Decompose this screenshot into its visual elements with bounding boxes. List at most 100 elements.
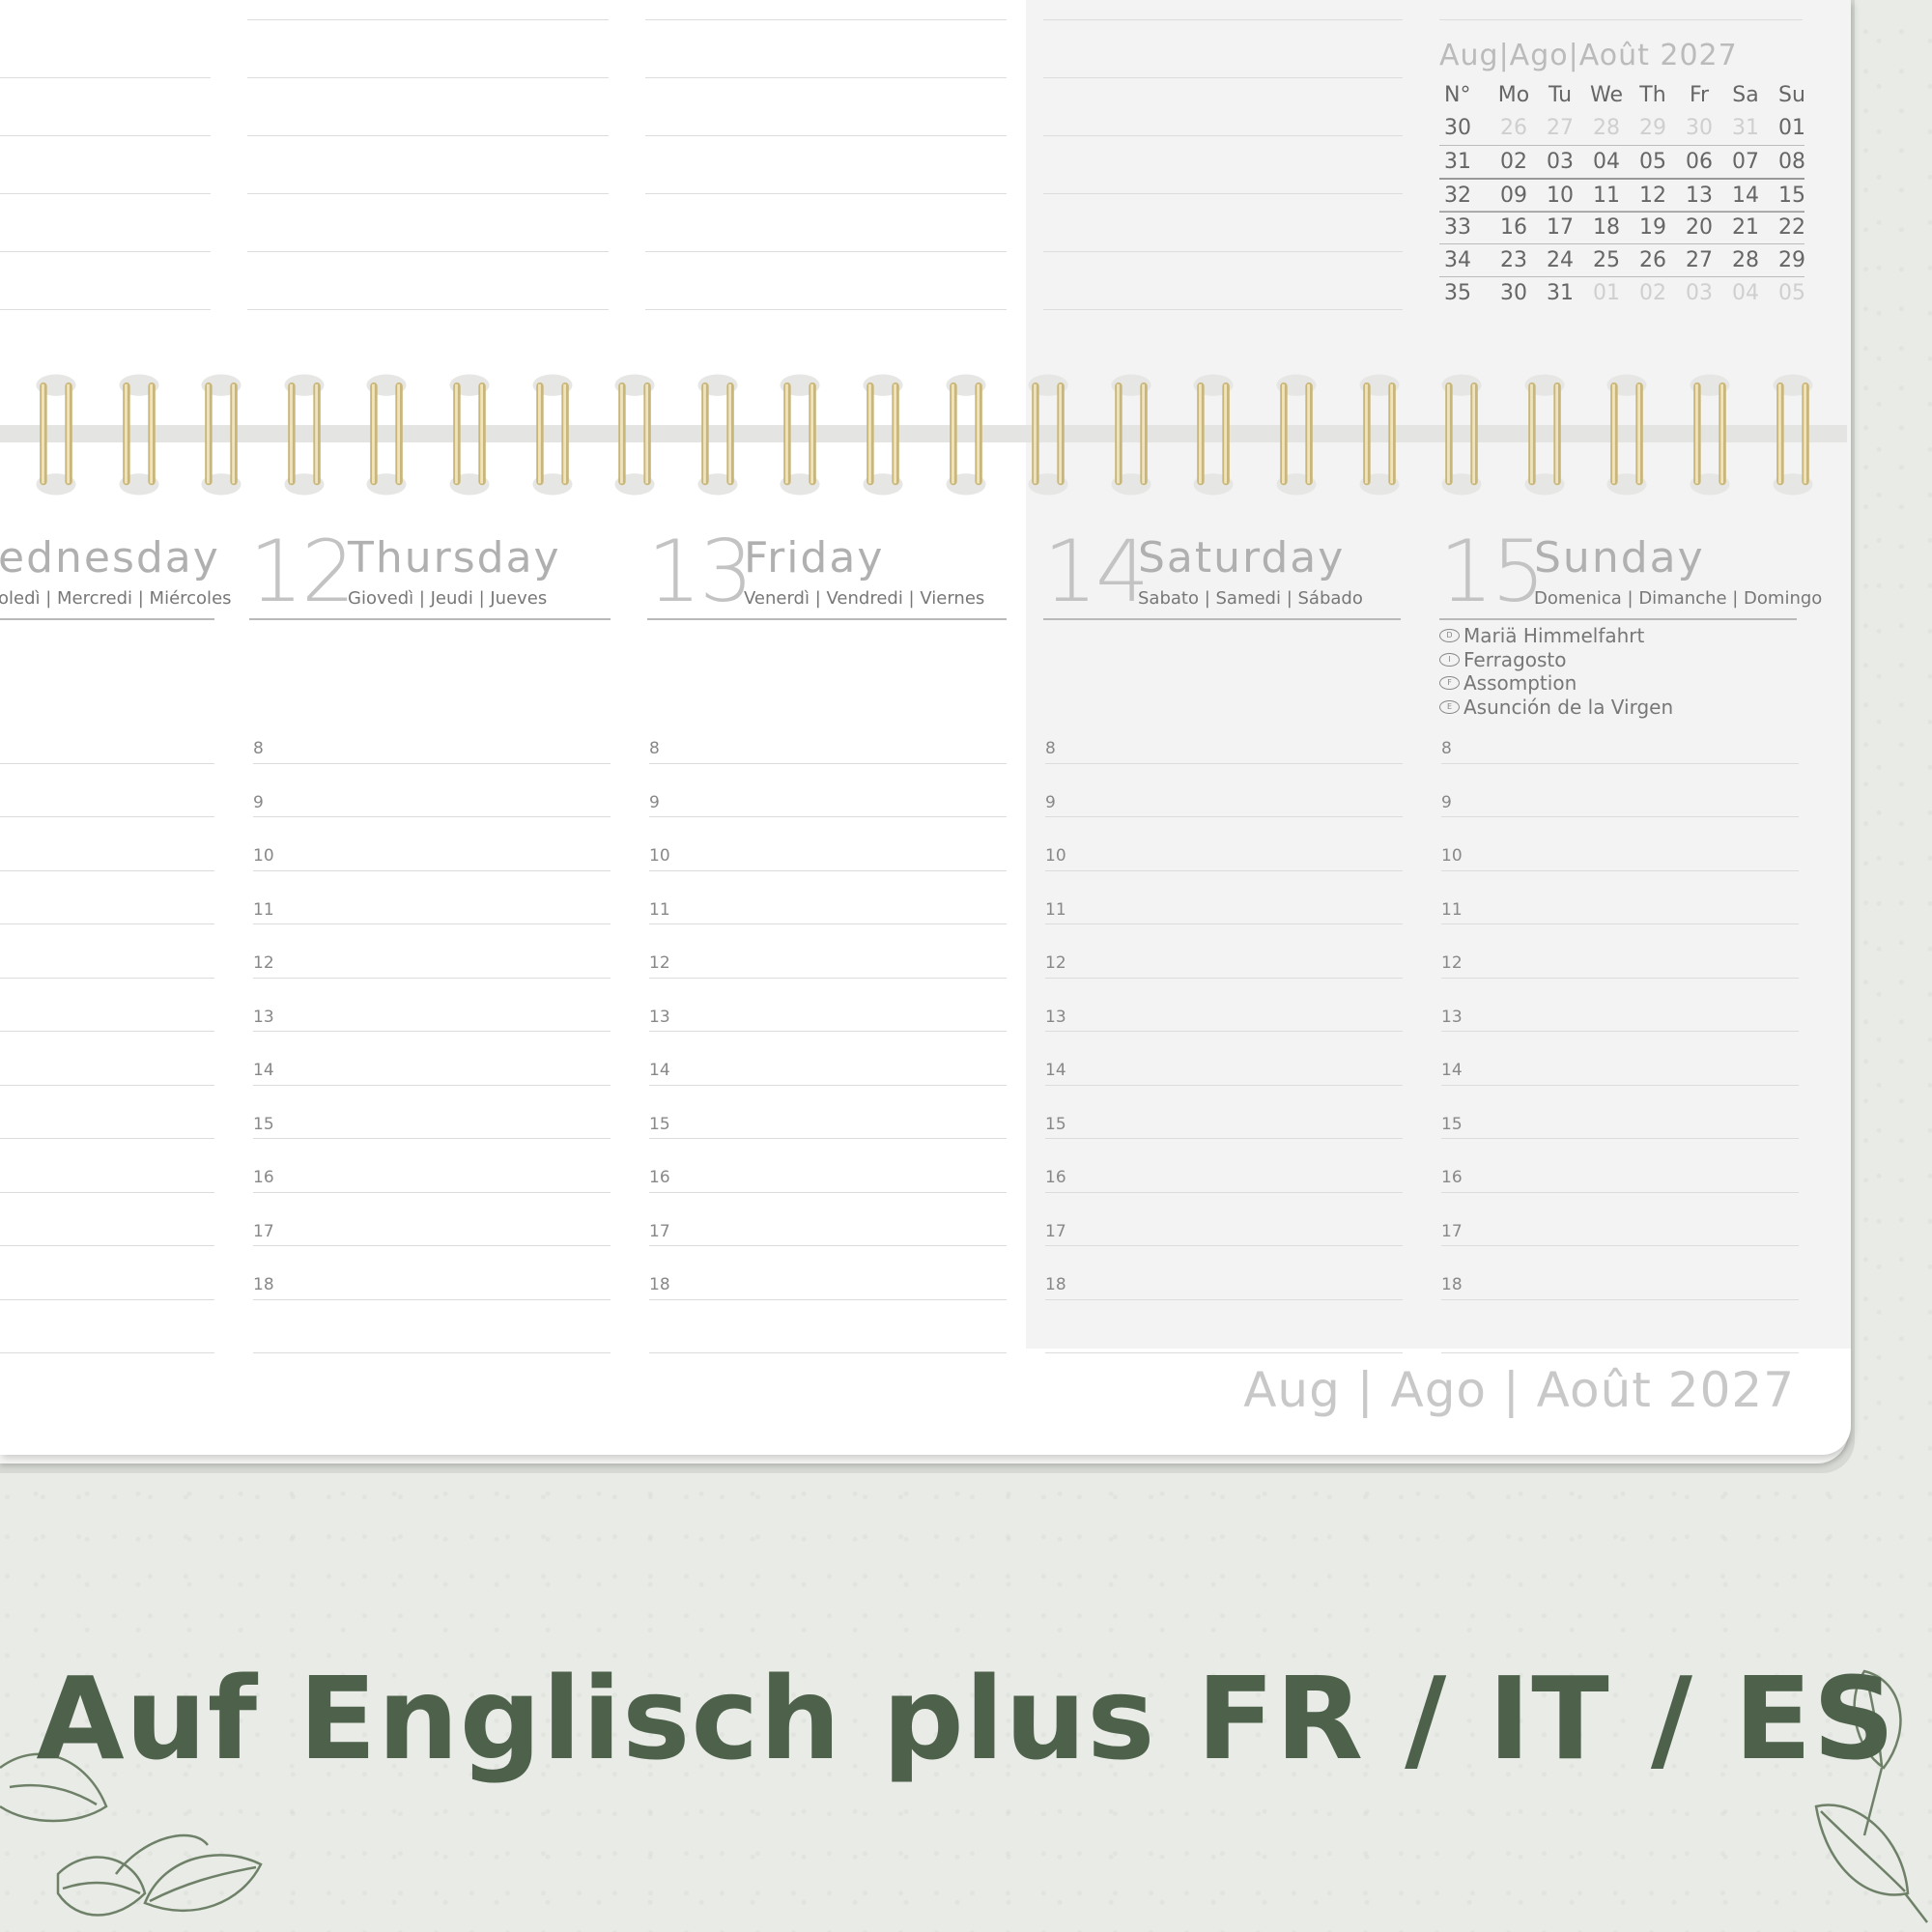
hour-label: 17 [1045,1221,1066,1241]
hour-row[interactable]: 15 [1441,1086,1799,1139]
spiral-ring-icon [284,374,325,496]
hour-row-blank[interactable] [1045,1300,1403,1353]
hour-row[interactable]: 9 [253,764,611,817]
hour-row[interactable]: 13 [1045,979,1403,1032]
hour-row[interactable]: 14 [649,1032,1007,1086]
hour-row[interactable]: 17 [1045,1193,1403,1246]
spiral-ring-icon [1111,374,1151,496]
hour-row[interactable] [0,1086,214,1139]
mini-calendar-day: 08 [1778,150,1805,174]
hour-row[interactable]: 17 [649,1193,1007,1246]
hour-row[interactable]: 18 [1441,1246,1799,1300]
week-number: 34 [1444,248,1471,272]
hour-row[interactable] [0,1193,214,1246]
mini-calendar-day: 10 [1547,184,1574,208]
hour-row[interactable] [0,1032,214,1086]
hour-row[interactable]: 18 [1045,1246,1403,1300]
hour-row[interactable]: 8 [1441,710,1799,764]
hour-row[interactable]: 10 [253,817,611,871]
hour-row[interactable]: 12 [253,924,611,979]
day-translations: Domenica | Dimanche | Domingo [1534,588,1823,609]
hour-row-blank[interactable] [649,1300,1007,1353]
hour-row[interactable]: 13 [1441,979,1799,1032]
hour-row-blank[interactable] [1441,1300,1799,1353]
hour-row[interactable]: 13 [253,979,611,1032]
day-header-sunday: 15 Sunday Domenica | Dimanche | Domingo [1439,522,1822,620]
hour-row[interactable] [0,979,214,1032]
hour-row[interactable]: 16 [649,1139,1007,1193]
spiral-ring-icon [449,374,490,496]
hour-row-blank[interactable] [0,1300,214,1353]
mini-calendar-day: 09 [1500,184,1527,208]
hour-row[interactable]: 12 [1045,924,1403,979]
hour-row[interactable]: 12 [649,924,1007,979]
hour-row[interactable]: 17 [253,1193,611,1246]
hour-row[interactable]: 10 [649,817,1007,871]
hour-row[interactable]: 13 [649,979,1007,1032]
hour-label: 9 [1045,792,1056,812]
hour-row[interactable]: 16 [253,1139,611,1193]
footer-month-label: Aug | Ago | Août 2027 [1243,1362,1795,1418]
hour-row[interactable]: 9 [649,764,1007,817]
hour-label: 11 [649,899,670,920]
spiral-ring-icon [532,374,573,496]
hour-row[interactable]: 11 [253,871,611,924]
mini-calendar-day: 27 [1686,248,1713,272]
hour-row[interactable]: 17 [1441,1193,1799,1246]
hour-label: 18 [1045,1275,1066,1294]
hour-label: 16 [1441,1168,1463,1187]
hour-row[interactable]: 18 [649,1246,1007,1300]
hour-label: 17 [1441,1221,1463,1241]
mini-calendar-day: 24 [1547,248,1574,272]
slogan-headline: Auf Englisch plus FR / IT / ES [36,1652,1896,1785]
hour-row[interactable]: 10 [1441,817,1799,871]
hour-row[interactable]: 9 [1441,764,1799,817]
holiday-list: D Mariä Himmelfahrt I Ferragosto F Assompti… [1439,624,1673,719]
mini-calendar-day: 29 [1639,116,1666,140]
hour-row[interactable] [0,1139,214,1193]
hour-row[interactable] [0,924,214,979]
hour-row[interactable]: 15 [649,1086,1007,1139]
mini-calendar-title: Aug|Ago|Août 2027 [1439,39,1738,72]
hour-row[interactable]: 15 [253,1086,611,1139]
hour-row[interactable]: 10 [1045,817,1403,871]
hour-row[interactable] [0,817,214,871]
mini-calendar-day: 31 [1732,116,1759,140]
hour-row[interactable]: 16 [1045,1139,1403,1193]
hour-row[interactable]: 11 [649,871,1007,924]
hour-label: 9 [649,792,660,812]
mini-calendar-week-row: 30 26 27 28 29 30 31 01 [1439,112,1805,145]
mini-calendar-day: 01 [1593,281,1620,305]
hour-row[interactable] [0,764,214,817]
hour-row[interactable]: 15 [1045,1086,1403,1139]
mini-calendar-day: 23 [1500,248,1527,272]
hour-column-sunday: 8 9 10 11 12 13 14 15 16 17 18 [1441,710,1799,1353]
hour-label: 15 [649,1114,670,1134]
mini-calendar-day: 20 [1686,215,1713,240]
hour-row[interactable]: 8 [253,710,611,764]
mini-calendar-day: 26 [1500,116,1527,140]
spiral-ring-icon [1359,374,1400,496]
hour-row[interactable] [0,871,214,924]
mini-calendar-day: 28 [1732,248,1759,272]
hour-row[interactable]: 14 [253,1032,611,1086]
hour-row[interactable]: 16 [1441,1139,1799,1193]
hour-row[interactable] [0,1246,214,1300]
hour-row[interactable]: 18 [253,1246,611,1300]
hour-row[interactable]: 14 [1045,1032,1403,1086]
hour-row[interactable]: 12 [1441,924,1799,979]
hour-row[interactable]: 9 [1045,764,1403,817]
hour-row[interactable]: 11 [1441,871,1799,924]
weekday-header: Fr [1689,83,1710,107]
mini-month-calendar: Aug|Ago|Août 2027 N° Mo Tu We Th Fr Sa S… [1439,39,1805,305]
hour-row-blank[interactable] [253,1300,611,1353]
hour-row[interactable]: 11 [1045,871,1403,924]
hour-label: 16 [649,1168,670,1187]
hour-row[interactable]: 14 [1441,1032,1799,1086]
hour-label: 13 [1441,1007,1463,1027]
mini-calendar-week-row: 32 09 10 11 12 13 14 15 [1439,178,1805,213]
hour-row[interactable] [0,710,214,764]
hour-row[interactable]: 8 [1045,710,1403,764]
hour-row[interactable]: 8 [649,710,1007,764]
mini-calendar-header-row: N° Mo Tu We Th Fr Sa Su [1439,79,1805,112]
